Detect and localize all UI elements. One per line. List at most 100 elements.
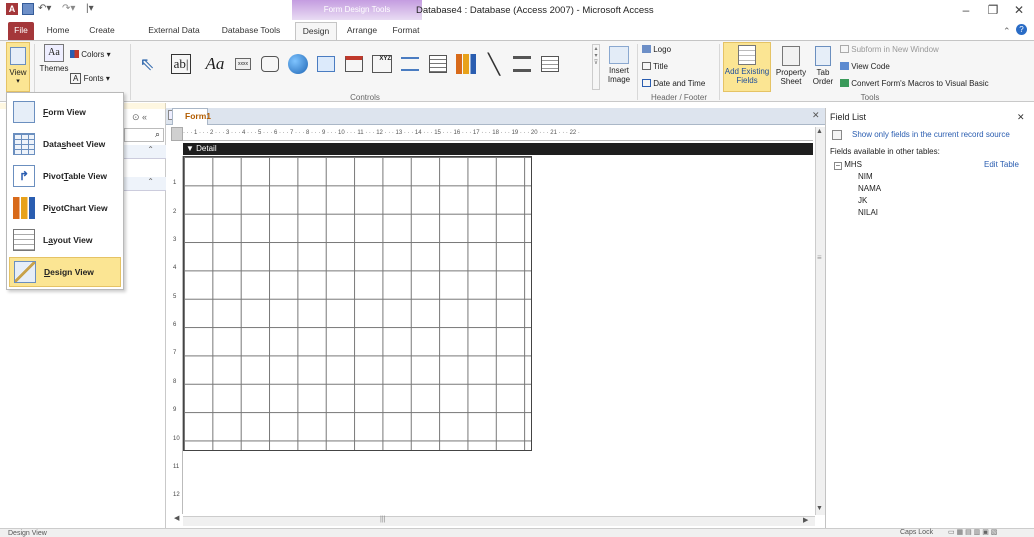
- save-icon[interactable]: [22, 3, 34, 15]
- calendar-icon: [642, 79, 651, 87]
- tab-form1[interactable]: Form1: [172, 108, 211, 125]
- tab-order-label: Tab Order: [812, 68, 834, 86]
- horizontal-scrollbar[interactable]: [183, 516, 815, 526]
- show-only-fields-link[interactable]: Show only fields in the current record s…: [852, 130, 1010, 139]
- insert-image-button[interactable]: Insert Image: [604, 44, 634, 92]
- button-icon: xxxx: [235, 58, 251, 70]
- title-icon: [642, 62, 651, 70]
- redo-icon[interactable]: ↷▾: [62, 3, 75, 14]
- menu-item-datasheet-view[interactable]: Datasheet View: [9, 129, 121, 159]
- fonts-button[interactable]: A Fonts ▾: [70, 73, 110, 84]
- vertical-ruler-number: 7: [173, 350, 177, 357]
- tab-create[interactable]: Create: [80, 22, 124, 40]
- logo-button[interactable]: Logo: [642, 45, 671, 54]
- window-title: Database4 : Database (Access 2007) - Mic…: [416, 5, 654, 16]
- scroll-thumb-grip[interactable]: |||: [380, 516, 385, 523]
- tab-external-data[interactable]: External Data: [140, 22, 208, 40]
- convert-macros-button[interactable]: Convert Form's Macros to Visual Basic: [840, 79, 989, 88]
- nav-collapse-icon[interactable]: ⊙ «: [132, 112, 147, 123]
- menu-item-layout-view[interactable]: Layout View: [9, 225, 121, 255]
- date-time-button[interactable]: Date and Time: [642, 79, 705, 88]
- web-browser-control-button[interactable]: [313, 50, 339, 78]
- textbox-control-button[interactable]: ab|: [166, 50, 196, 78]
- list-box-button[interactable]: [537, 50, 563, 78]
- minimize-button[interactable]: –: [957, 4, 975, 18]
- menu-item-form-view[interactable]: Form View: [9, 97, 121, 127]
- image-icon: [609, 46, 629, 64]
- page-break-button[interactable]: [397, 50, 423, 78]
- pane-splitter[interactable]: ≡: [817, 253, 822, 262]
- tab-order-button[interactable]: Tab Order: [810, 44, 836, 92]
- pivotchart-icon: [13, 197, 35, 219]
- navigation-control-button[interactable]: [341, 50, 367, 78]
- tab-format[interactable]: Format: [386, 22, 426, 40]
- date-time-label: Date and Time: [653, 79, 706, 88]
- chart-control-button[interactable]: [453, 50, 479, 78]
- form-selector[interactable]: [171, 127, 183, 141]
- menu-item-pivottable-view[interactable]: ↱ PivotTable View: [9, 161, 121, 191]
- detail-section-bar[interactable]: ▼ Detail: [183, 143, 813, 155]
- tab-arrange[interactable]: Arrange: [342, 22, 382, 40]
- tab-control-button[interactable]: [257, 50, 283, 78]
- themes-button[interactable]: Aa Themes: [38, 44, 70, 90]
- tab-file[interactable]: File: [8, 22, 34, 40]
- navigation-icon: [345, 56, 363, 72]
- horizontal-ruler: · · · 1 · · · 2 · · · 3 · · · 4 · · · 5 …: [183, 127, 813, 141]
- option-group-icon: XYZ: [372, 55, 392, 73]
- undo-icon[interactable]: ↶▾: [38, 3, 51, 14]
- hyperlink-control-button[interactable]: [285, 50, 311, 78]
- menu-item-design-view[interactable]: Design View: [9, 257, 121, 287]
- colors-button[interactable]: Colors ▾: [70, 50, 111, 59]
- separator: [637, 44, 638, 100]
- tab-database-tools[interactable]: Database Tools: [214, 22, 288, 40]
- nav-group-toggle-icon[interactable]: ⌃: [124, 177, 166, 191]
- field-item[interactable]: NIM: [858, 172, 873, 181]
- scroll-left-icon[interactable]: ◀: [174, 514, 179, 522]
- web-browser-icon: [317, 56, 335, 72]
- scroll-up-icon[interactable]: ▲: [816, 128, 823, 135]
- field-list-close-icon[interactable]: ✕: [1017, 112, 1025, 123]
- vertical-scrollbar[interactable]: [815, 127, 825, 515]
- menu-item-label: Form View: [43, 107, 86, 117]
- vertical-ruler-number: 2: [173, 208, 177, 215]
- controls-more-button[interactable]: ▴ ▾ ⊽: [592, 44, 600, 90]
- menu-item-pivotchart-view[interactable]: PivotChart View: [9, 193, 121, 223]
- nav-group-toggle-icon[interactable]: ⌃: [124, 145, 166, 159]
- view-button[interactable]: View ▾: [6, 42, 30, 92]
- nav-search-icon[interactable]: ⌕: [124, 128, 164, 142]
- chevron-down-icon: ▾: [16, 78, 20, 85]
- subform-new-window-button[interactable]: Subform in New Window: [840, 45, 939, 54]
- option-group-button[interactable]: XYZ: [369, 50, 395, 78]
- line-control-button[interactable]: ╲: [481, 50, 507, 78]
- edit-table-link[interactable]: Edit Table: [984, 160, 1019, 169]
- field-item[interactable]: NILAI: [858, 208, 878, 217]
- restore-button[interactable]: ❐: [984, 4, 1002, 18]
- help-icon[interactable]: ?: [1016, 24, 1027, 35]
- ribbon-minimize-icon[interactable]: ⌃: [1003, 26, 1011, 37]
- button-control-button[interactable]: xxxx: [230, 50, 256, 78]
- close-document-icon[interactable]: ✕: [812, 110, 820, 121]
- table-name: MHS: [844, 160, 863, 169]
- label-control-button[interactable]: Aa: [200, 50, 230, 78]
- tab-home[interactable]: Home: [40, 22, 76, 40]
- vertical-ruler-number: 8: [173, 378, 177, 385]
- controls-group-label: Controls: [350, 93, 380, 102]
- table-mhs[interactable]: – MHS: [834, 160, 862, 170]
- close-button[interactable]: ✕: [1010, 4, 1028, 18]
- customize-qat-icon[interactable]: |▾: [86, 3, 94, 14]
- scroll-right-icon[interactable]: ▶: [803, 516, 808, 524]
- view-code-button[interactable]: View Code: [840, 62, 890, 71]
- add-existing-fields-button[interactable]: Add Existing Fields: [723, 42, 771, 92]
- title-button[interactable]: Title: [642, 62, 668, 71]
- toggle-button-control[interactable]: [509, 50, 535, 78]
- select-pointer-button[interactable]: ⇖: [134, 50, 160, 78]
- status-view-switcher[interactable]: ▭ ▦ ▤ ▥ ▣ ▧: [948, 529, 1028, 537]
- field-item[interactable]: JK: [858, 196, 867, 205]
- scroll-down-icon[interactable]: ▼: [816, 505, 823, 512]
- layout-view-icon: [13, 229, 35, 251]
- field-item[interactable]: NAMA: [858, 184, 881, 193]
- combo-box-button[interactable]: [425, 50, 451, 78]
- property-sheet-button[interactable]: Property Sheet: [774, 44, 808, 92]
- detail-design-grid[interactable]: [183, 156, 532, 451]
- tab-design[interactable]: Design: [295, 22, 337, 40]
